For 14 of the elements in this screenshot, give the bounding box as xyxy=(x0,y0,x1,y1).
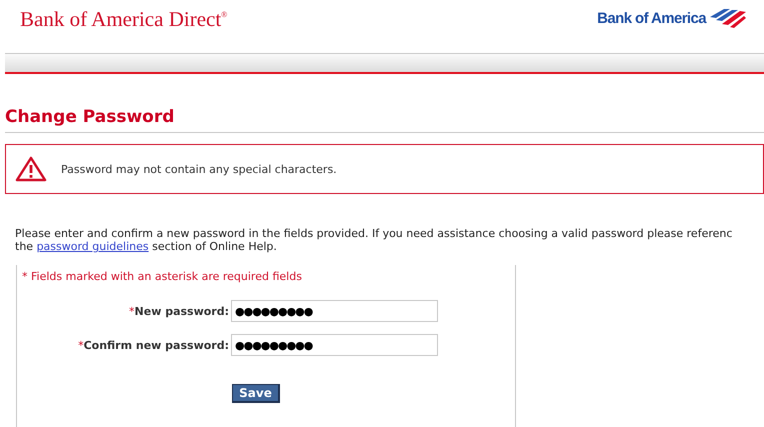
password-field[interactable]: ●●●●●●●●● xyxy=(231,334,438,356)
guidelines-link[interactable]: password guidelines xyxy=(36,240,149,253)
alert-message: Password may not contain any special characters. xyxy=(61,162,337,176)
field-label: *Confirm new password: xyxy=(78,338,229,352)
site-title: Bank of America Direct$^{®}$ xyxy=(20,7,228,32)
logo-text: Bank of America xyxy=(597,10,706,26)
instructions-text: Please enter and confirm a new password in the fields provided. If you need assistance choosing a valid password please referenc the password guidelines section of Online Help. xyxy=(15,227,734,253)
password-field[interactable]: ●●●●●●●●● xyxy=(231,300,438,322)
save-button[interactable]: Save xyxy=(232,384,280,403)
field-label: *New password: xyxy=(129,304,229,318)
flag-icon xyxy=(708,7,748,29)
required-note: * Fields marked with an asterisk are required fields xyxy=(22,270,302,283)
warning-icon xyxy=(15,156,47,182)
page-heading: Change Password xyxy=(5,107,764,133)
